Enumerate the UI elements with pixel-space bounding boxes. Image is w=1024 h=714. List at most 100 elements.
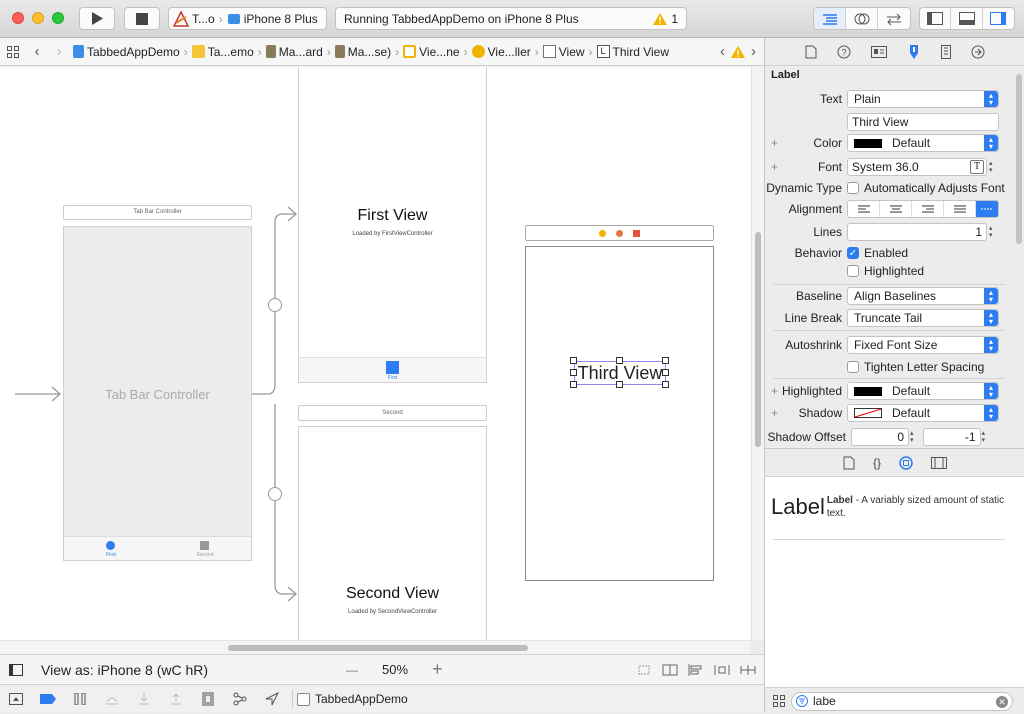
back-arrow-icon[interactable]: ‹: [26, 43, 48, 60]
grid-view-icon[interactable]: [773, 695, 785, 707]
shadow-offset-y-field[interactable]: -1: [922, 428, 981, 446]
lines-field[interactable]: 1: [847, 223, 987, 241]
file-template-icon[interactable]: [843, 456, 855, 470]
tighten-checkbox[interactable]: [847, 361, 859, 373]
add-constraints-icon[interactable]: [714, 663, 730, 677]
font-picker-icon[interactable]: T: [970, 160, 984, 174]
zoom-in-button[interactable]: +: [432, 659, 443, 680]
font-size-stepper[interactable]: ▴ ▾: [989, 160, 993, 174]
stop-button[interactable]: [124, 7, 160, 30]
align-center-icon[interactable]: [880, 201, 913, 217]
step-out-icon[interactable]: [160, 693, 192, 705]
shadow-color-popup[interactable]: Default ▴ ▾: [847, 404, 999, 422]
warning-indicator[interactable]: 1: [653, 12, 678, 26]
memory-graph-icon[interactable]: [224, 692, 256, 706]
highlighted-color-popup[interactable]: Default ▴ ▾: [847, 382, 999, 400]
related-items-icon[interactable]: [0, 45, 26, 58]
step-over-icon[interactable]: [96, 693, 128, 705]
linebreak-popup[interactable]: Truncate Tail ▴ ▾: [847, 309, 999, 327]
shadow-offset-x-field[interactable]: 0: [851, 428, 909, 446]
shadow-offset-y-stepper[interactable]: ▴ ▾: [982, 430, 986, 444]
pause-icon[interactable]: [64, 693, 96, 705]
attributes-inspector-icon[interactable]: [907, 44, 921, 60]
minimize-window-button[interactable]: [32, 12, 44, 24]
horizontal-scroll-thumb[interactable]: [228, 645, 528, 651]
first-view-scene[interactable]: First View Loaded by FirstViewController…: [298, 67, 487, 383]
media-library-icon[interactable]: [931, 456, 947, 469]
align-icon[interactable]: [688, 663, 704, 677]
identity-inspector-icon[interactable]: [871, 45, 887, 58]
run-button[interactable]: [79, 7, 115, 30]
exit-icon[interactable]: [633, 229, 640, 237]
add-variation-icon[interactable]: +: [771, 384, 778, 398]
horizontal-scrollbar[interactable]: [0, 640, 751, 654]
process-selector[interactable]: TabbedAppDemo: [297, 692, 408, 706]
object-library-icon[interactable]: [899, 455, 913, 470]
breakpoints-toggle-icon[interactable]: [32, 694, 64, 704]
jumpbar-item-controller[interactable]: Vie...ller: [469, 45, 534, 59]
view-hierarchy-icon[interactable]: [192, 692, 224, 706]
utilities-toggle-button[interactable]: [983, 8, 1014, 29]
jumpbar-item-storyboard-base[interactable]: Ma...se): [332, 45, 394, 59]
first-responder-icon[interactable]: [616, 229, 623, 237]
view-as-label[interactable]: View as: iPhone 8 (wC hR): [41, 662, 208, 678]
resolve-auto-layout-icon[interactable]: [740, 663, 756, 677]
clear-filter-icon[interactable]: ✕: [996, 695, 1008, 708]
tab-bar-controller-scene[interactable]: Tab Bar Controller First Second: [63, 226, 252, 561]
standard-editor-button[interactable]: [814, 8, 846, 29]
simulate-location-icon[interactable]: [256, 692, 288, 706]
vertical-scrollbar[interactable]: [751, 67, 764, 640]
inspector-scroll-thumb[interactable]: [1016, 74, 1022, 244]
align-justified-icon[interactable]: [944, 201, 977, 217]
third-view-scene[interactable]: Third View: [525, 246, 714, 581]
second-view-header[interactable]: Second: [298, 405, 487, 421]
debug-toggle-button[interactable]: [951, 8, 983, 29]
scheme-selector[interactable]: T...o › iPhone 8 Plus: [168, 7, 327, 30]
assistant-editor-button[interactable]: [846, 8, 878, 29]
shadow-offset-x-stepper[interactable]: ▴ ▾: [910, 430, 914, 444]
jumpbar-item-scene[interactable]: Vie...ne: [400, 45, 462, 59]
close-window-button[interactable]: [12, 12, 24, 24]
hide-debug-area-icon[interactable]: [0, 693, 32, 705]
align-natural-icon[interactable]: [976, 201, 998, 217]
warning-icon[interactable]: [731, 45, 745, 58]
add-variation-icon[interactable]: +: [771, 136, 778, 150]
inspector-scrollbar[interactable]: [1014, 66, 1024, 446]
vertical-scroll-thumb[interactable]: [755, 232, 761, 447]
library-item-label[interactable]: Label Label - A variably sized amount of…: [771, 494, 1011, 520]
view-controller-icon[interactable]: [599, 229, 606, 237]
jumpbar-item-group[interactable]: Ta...emo: [189, 45, 257, 59]
forward-arrow-icon[interactable]: ›: [48, 43, 70, 60]
next-issue-icon[interactable]: ›: [751, 43, 756, 60]
storyboard-canvas[interactable]: Tab Bar Controller Tab Bar Controller Fi…: [0, 67, 751, 640]
embed-in-stack-icon[interactable]: [662, 663, 678, 677]
lines-stepper[interactable]: ▴ ▾: [989, 225, 993, 239]
navigator-toggle-button[interactable]: [920, 8, 952, 29]
second-view-scene[interactable]: Second View Loaded by SecondViewControll…: [298, 426, 487, 640]
quick-help-icon[interactable]: ?: [837, 45, 851, 59]
align-left-icon[interactable]: [848, 201, 881, 217]
connections-inspector-icon[interactable]: [971, 45, 985, 59]
document-outline-toggle-icon[interactable]: [0, 663, 32, 676]
update-frames-icon[interactable]: [636, 663, 652, 677]
jumpbar-item-storyboard[interactable]: Ma...ard: [263, 45, 326, 59]
font-field[interactable]: System 36.0 T: [847, 158, 987, 176]
library-filter-field[interactable]: labe ✕: [791, 691, 1013, 711]
third-view-scene-dock[interactable]: [525, 225, 714, 241]
zoom-window-button[interactable]: [52, 12, 64, 24]
size-inspector-icon[interactable]: [941, 44, 951, 59]
code-snippet-icon[interactable]: {}: [873, 456, 881, 470]
text-value-field[interactable]: Third View: [847, 113, 999, 131]
enabled-checkbox[interactable]: ✓: [847, 247, 859, 259]
jumpbar-item-view[interactable]: View: [540, 45, 588, 59]
color-popup[interactable]: Default ▴ ▾: [847, 134, 999, 152]
step-into-icon[interactable]: [128, 693, 160, 705]
align-right-icon[interactable]: [912, 201, 945, 217]
jumpbar-item-label[interactable]: L Third View: [594, 45, 672, 59]
version-editor-button[interactable]: [878, 8, 910, 29]
zoom-level[interactable]: 50%: [382, 662, 408, 677]
baseline-popup[interactable]: Align Baselines ▴ ▾: [847, 287, 999, 305]
autoshrink-popup[interactable]: Fixed Font Size ▴ ▾: [847, 336, 999, 354]
text-type-popup[interactable]: Plain ▴ ▾: [847, 90, 999, 108]
add-variation-icon[interactable]: +: [771, 160, 778, 174]
